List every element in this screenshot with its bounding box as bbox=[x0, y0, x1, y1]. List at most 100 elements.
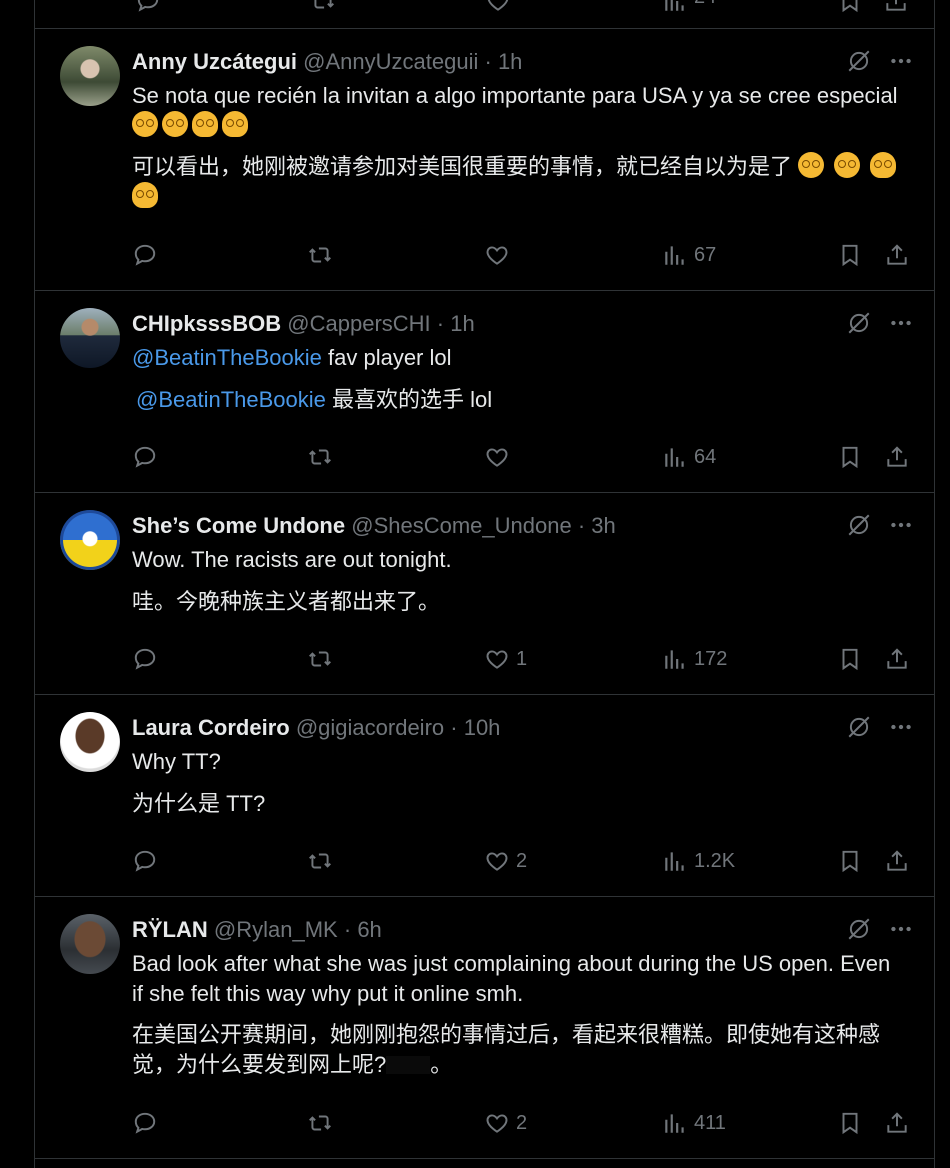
tweet-text: Wow. The racists are out tonight. bbox=[132, 547, 452, 572]
retweet-icon bbox=[307, 242, 333, 268]
share-button[interactable] bbox=[884, 444, 910, 470]
avatar[interactable] bbox=[60, 510, 120, 570]
handle[interactable]: @ShesCome_Undone bbox=[351, 513, 571, 538]
like-button[interactable] bbox=[484, 242, 516, 268]
bookmark-button[interactable] bbox=[837, 444, 863, 470]
tweet-rylan[interactable]: RŸLAN @Rylan_MK · 6h Bad look after what… bbox=[35, 897, 934, 1159]
views-icon bbox=[662, 1110, 688, 1136]
grok-icon[interactable] bbox=[846, 48, 872, 74]
grok-icon[interactable] bbox=[846, 310, 872, 336]
tweet-actions: 64 bbox=[132, 444, 912, 474]
display-name[interactable]: Laura Cordeiro bbox=[132, 715, 290, 740]
share-button[interactable] bbox=[884, 1110, 910, 1136]
retweet-button[interactable] bbox=[307, 242, 333, 268]
handle[interactable]: @Rylan_MK bbox=[214, 917, 338, 942]
grok-icon[interactable] bbox=[846, 916, 872, 942]
like-button[interactable]: 2 bbox=[484, 1110, 527, 1136]
tweet-chipksssbob[interactable]: CHIpksssBOB @CappersCHI · 1h @BeatinTheB… bbox=[35, 291, 934, 493]
retweet-button[interactable] bbox=[307, 1110, 333, 1136]
like-icon[interactable] bbox=[485, 0, 511, 14]
more-icon[interactable] bbox=[888, 310, 914, 336]
tweet-translation: 哇。今晚种族主义者都出来了。 bbox=[132, 589, 441, 614]
retweet-icon[interactable] bbox=[310, 0, 336, 14]
timestamp[interactable]: 1h bbox=[450, 311, 474, 336]
reply-icon[interactable] bbox=[135, 0, 161, 14]
more-icon[interactable] bbox=[888, 48, 914, 74]
avatar[interactable] bbox=[60, 46, 120, 106]
reply-button[interactable] bbox=[132, 444, 158, 470]
views-button[interactable]: 67 bbox=[662, 242, 716, 268]
views-button[interactable]: 411 bbox=[662, 1110, 726, 1136]
timestamp[interactable]: 6h bbox=[357, 917, 381, 942]
bookmark-icon[interactable] bbox=[837, 0, 863, 14]
views-button[interactable]: 1.2K bbox=[662, 848, 735, 874]
reply-button[interactable] bbox=[132, 1110, 158, 1136]
tweet-actions: 2 1.2K bbox=[132, 848, 912, 878]
share-button[interactable] bbox=[884, 242, 910, 268]
bookmark-button[interactable] bbox=[837, 646, 863, 672]
share-icon bbox=[884, 646, 910, 672]
retweet-button[interactable] bbox=[307, 848, 333, 874]
display-name[interactable]: RŸLAN bbox=[132, 917, 208, 942]
avatar[interactable] bbox=[60, 914, 120, 974]
dizzy-face-emoji bbox=[132, 111, 158, 137]
bookmark-icon bbox=[837, 646, 863, 672]
like-button[interactable] bbox=[484, 444, 516, 470]
bookmark-button[interactable] bbox=[837, 848, 863, 874]
share-button[interactable] bbox=[884, 848, 910, 874]
views-count: 411 bbox=[694, 1111, 726, 1134]
display-name[interactable]: Anny Uzcátegui bbox=[132, 49, 297, 74]
views-count: 64 bbox=[694, 445, 717, 468]
views-count: 172 bbox=[694, 647, 728, 670]
tweet-laura-cordeiro[interactable]: Laura Cordeiro @gigiacordeiro · 10h Why … bbox=[35, 695, 934, 897]
reply-button[interactable] bbox=[132, 848, 158, 874]
avatar[interactable] bbox=[60, 712, 120, 772]
avatar[interactable] bbox=[60, 308, 120, 368]
handle[interactable]: @AnnyUzcateguii bbox=[303, 49, 478, 74]
tweet-actions: 67 bbox=[132, 242, 912, 272]
reply-icon bbox=[132, 848, 158, 874]
retweet-button[interactable] bbox=[307, 646, 333, 672]
handle[interactable]: @gigiacordeiro bbox=[296, 715, 444, 740]
display-name[interactable]: CHIpksssBOB bbox=[132, 311, 281, 336]
display-name[interactable]: She’s Come Undone bbox=[132, 513, 345, 538]
share-button[interactable] bbox=[884, 646, 910, 672]
reply-button[interactable] bbox=[132, 646, 158, 672]
tweet-shescome-undone[interactable]: She’s Come Undone @ShesCome_Undone · 3h … bbox=[35, 493, 934, 695]
tweet-header-actions bbox=[846, 714, 914, 740]
views-button[interactable]: 64 bbox=[662, 444, 716, 470]
mention-link[interactable]: @BeatinTheBookie bbox=[132, 345, 322, 370]
timestamp[interactable]: 10h bbox=[464, 715, 501, 740]
tweet-translation: 为什么是 TT? bbox=[132, 791, 266, 816]
mention-link[interactable]: @BeatinTheBookie bbox=[136, 387, 326, 412]
tweet-text: Bad look after what she was just complai… bbox=[132, 951, 891, 1006]
timestamp[interactable]: 1h bbox=[498, 49, 522, 74]
tweet-anny[interactable]: Anny Uzcátegui @AnnyUzcateguii · 1h Se n… bbox=[35, 29, 934, 291]
retweet-button[interactable] bbox=[307, 444, 333, 470]
more-icon[interactable] bbox=[888, 512, 914, 538]
share-icon[interactable] bbox=[883, 0, 909, 14]
tweet-translation: @BeatinTheBookie 最喜欢的选手 lol bbox=[136, 387, 493, 412]
bookmark-button[interactable] bbox=[837, 1110, 863, 1136]
timestamp[interactable]: 3h bbox=[591, 513, 615, 538]
handle[interactable]: @CappersCHI bbox=[287, 311, 430, 336]
reply-button[interactable] bbox=[132, 242, 158, 268]
dizzy-face-emoji bbox=[798, 152, 825, 178]
bookmark-button[interactable] bbox=[837, 242, 863, 268]
bookmark-icon bbox=[837, 444, 863, 470]
likes-count: 2 bbox=[516, 849, 528, 872]
bookmark-icon bbox=[837, 242, 863, 268]
likes-count: 2 bbox=[516, 1111, 528, 1134]
share-icon bbox=[884, 444, 910, 470]
more-icon[interactable] bbox=[888, 714, 914, 740]
previous-tweet-actions: 24 bbox=[35, 0, 934, 29]
grok-icon[interactable] bbox=[846, 512, 872, 538]
like-button[interactable]: 1 bbox=[484, 646, 527, 672]
tweet-header-actions bbox=[846, 310, 914, 336]
like-button[interactable]: 2 bbox=[484, 848, 527, 874]
views-icon[interactable] bbox=[662, 0, 688, 14]
grok-icon[interactable] bbox=[846, 714, 872, 740]
more-icon[interactable] bbox=[888, 916, 914, 942]
views-button[interactable]: 172 bbox=[662, 646, 727, 672]
views-count: 24 bbox=[694, 0, 716, 9]
